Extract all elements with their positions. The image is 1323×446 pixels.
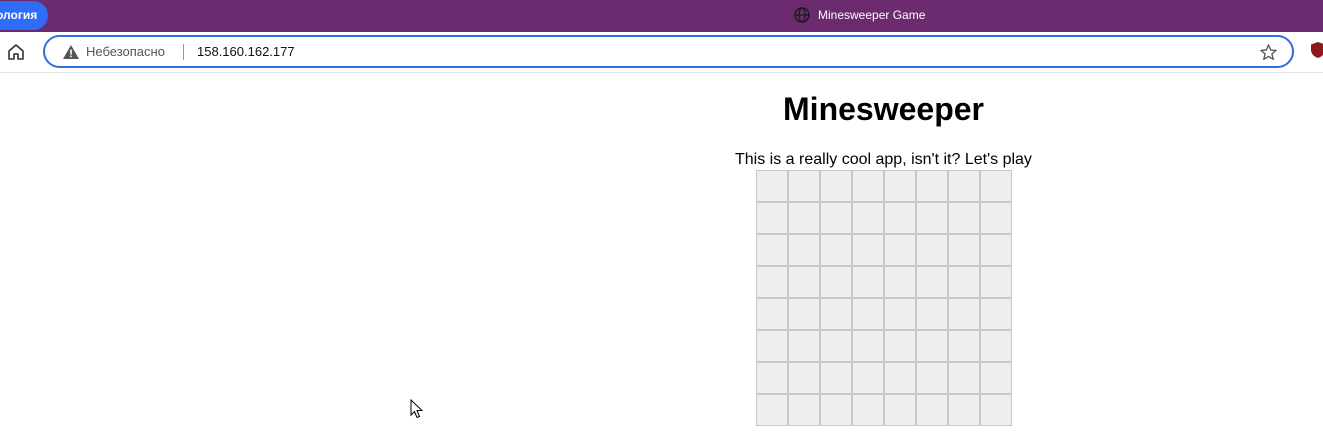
board-cell[interactable] xyxy=(981,299,1011,329)
window-title-text: Minesweeper Game xyxy=(818,8,926,22)
board-cell[interactable] xyxy=(917,203,947,233)
board-cell[interactable] xyxy=(949,363,979,393)
board-cell[interactable] xyxy=(949,267,979,297)
board-cell[interactable] xyxy=(789,363,819,393)
board-cell[interactable] xyxy=(853,171,883,201)
board-cell[interactable] xyxy=(853,203,883,233)
board-cell[interactable] xyxy=(757,331,787,361)
board-cell[interactable] xyxy=(917,363,947,393)
board-cell[interactable] xyxy=(917,331,947,361)
browser-tab[interactable]: ология xyxy=(0,1,48,30)
board-cell[interactable] xyxy=(981,363,1011,393)
board-cell[interactable] xyxy=(949,331,979,361)
board-cell[interactable] xyxy=(821,171,851,201)
board-cell[interactable] xyxy=(821,299,851,329)
board-cell[interactable] xyxy=(757,267,787,297)
board-cell[interactable] xyxy=(885,299,915,329)
board-cell[interactable] xyxy=(757,363,787,393)
board-cell[interactable] xyxy=(789,203,819,233)
board-cell[interactable] xyxy=(885,235,915,265)
page-subtitle: This is a really cool app, isn't it? Let… xyxy=(735,151,1032,168)
board-cell[interactable] xyxy=(821,331,851,361)
board-cell[interactable] xyxy=(757,203,787,233)
minesweeper-board xyxy=(756,170,1012,426)
board-cell[interactable] xyxy=(917,235,947,265)
board-cell[interactable] xyxy=(949,395,979,425)
board-cell[interactable] xyxy=(821,395,851,425)
board-cell[interactable] xyxy=(981,171,1011,201)
security-status[interactable]: Небезопасно xyxy=(86,44,165,59)
board-cell[interactable] xyxy=(885,267,915,297)
board-cell[interactable] xyxy=(853,331,883,361)
board-cell[interactable] xyxy=(885,171,915,201)
board-cell[interactable] xyxy=(757,395,787,425)
board-cell[interactable] xyxy=(789,267,819,297)
board-cell[interactable] xyxy=(853,299,883,329)
browser-toolbar: Небезопасно 158.160.162.177 xyxy=(0,32,1323,73)
board-cell[interactable] xyxy=(885,395,915,425)
warning-icon[interactable] xyxy=(62,44,80,60)
board-cell[interactable] xyxy=(853,235,883,265)
board-cell[interactable] xyxy=(789,395,819,425)
board-cell[interactable] xyxy=(949,203,979,233)
board-cell[interactable] xyxy=(981,203,1011,233)
board-cell[interactable] xyxy=(949,235,979,265)
board-cell[interactable] xyxy=(853,395,883,425)
board-cell[interactable] xyxy=(885,363,915,393)
address-bar[interactable]: Небезопасно 158.160.162.177 xyxy=(43,35,1294,68)
cursor-icon xyxy=(410,399,424,419)
address-divider xyxy=(183,44,184,60)
board-cell[interactable] xyxy=(853,363,883,393)
page-content: Minesweeper This is a really cool app, i… xyxy=(0,73,1323,446)
board-cell[interactable] xyxy=(821,203,851,233)
page-title: Minesweeper xyxy=(783,91,984,127)
board-cell[interactable] xyxy=(757,299,787,329)
board-cell[interactable] xyxy=(821,363,851,393)
window-title: Minesweeper Game xyxy=(794,7,925,23)
board-cell[interactable] xyxy=(981,267,1011,297)
board-cell[interactable] xyxy=(885,203,915,233)
browser-titlebar: ология Minesweeper Game xyxy=(0,0,1323,32)
board-cell[interactable] xyxy=(789,331,819,361)
board-cell[interactable] xyxy=(757,171,787,201)
board-cell[interactable] xyxy=(949,171,979,201)
board-cell[interactable] xyxy=(917,395,947,425)
board-cell[interactable] xyxy=(949,299,979,329)
board-cell[interactable] xyxy=(917,299,947,329)
extension-icon[interactable] xyxy=(1310,41,1323,59)
board-cell[interactable] xyxy=(981,395,1011,425)
board-cell[interactable] xyxy=(757,235,787,265)
star-icon[interactable] xyxy=(1259,43,1278,62)
board-cell[interactable] xyxy=(789,235,819,265)
board-cell[interactable] xyxy=(917,267,947,297)
board-cell[interactable] xyxy=(885,331,915,361)
board-cell[interactable] xyxy=(789,171,819,201)
board-cell[interactable] xyxy=(917,171,947,201)
url-field[interactable]: 158.160.162.177 xyxy=(197,44,295,59)
board-cell[interactable] xyxy=(789,299,819,329)
board-cell[interactable] xyxy=(981,331,1011,361)
board-cell[interactable] xyxy=(821,267,851,297)
board-cell[interactable] xyxy=(821,235,851,265)
board-cell[interactable] xyxy=(981,235,1011,265)
board-cell[interactable] xyxy=(853,267,883,297)
globe-icon xyxy=(794,7,810,23)
home-icon[interactable] xyxy=(6,42,26,62)
